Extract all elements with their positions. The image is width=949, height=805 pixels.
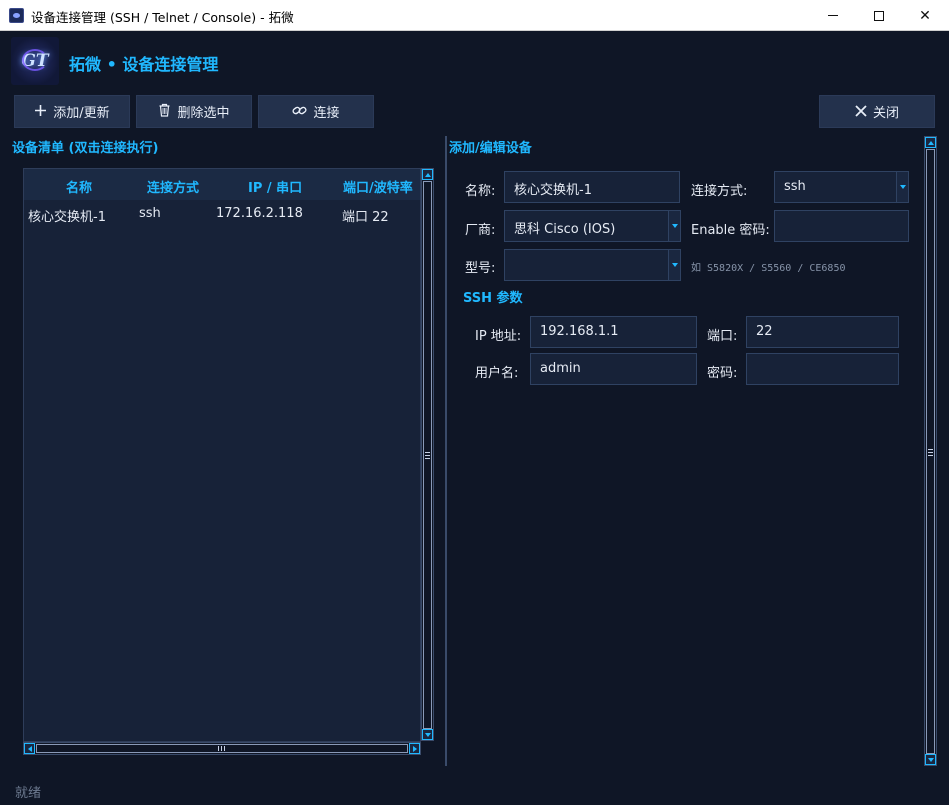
window-titlebar: 设备连接管理 (SSH / Telnet / Console) - 拓微 ✕ xyxy=(0,0,949,31)
maximize-button[interactable] xyxy=(856,0,902,31)
column-header-ip[interactable]: IP / 串口 xyxy=(248,177,302,196)
plus-icon xyxy=(34,103,47,121)
password-input[interactable] xyxy=(746,353,899,385)
enable-password-input[interactable] xyxy=(774,210,909,242)
table-hscroll-thumb[interactable] xyxy=(36,744,408,753)
device-list-title: 设备清单 (双击连接执行) xyxy=(12,141,159,156)
status-text: 就绪 xyxy=(15,786,42,801)
cell-name: 核心交换机-1 xyxy=(28,210,106,225)
vendor-label: 厂商: xyxy=(465,223,496,238)
password-label: 密码: xyxy=(707,366,738,381)
name-input[interactable]: 核心交换机-1 xyxy=(504,171,680,203)
app-title: 拓微 • 设备连接管理 xyxy=(69,55,219,74)
conn-type-label: 连接方式: xyxy=(691,184,748,199)
close-button[interactable]: 关闭 xyxy=(819,95,935,128)
scroll-up-arrow-icon[interactable] xyxy=(422,169,433,180)
close-label: 关闭 xyxy=(872,106,899,121)
column-header-conn-type[interactable]: 连接方式 xyxy=(147,177,199,196)
window-close-button[interactable]: ✕ xyxy=(902,0,948,31)
maximize-icon xyxy=(874,10,884,21)
connect-button[interactable]: 连接 xyxy=(258,95,374,128)
model-hint: 如 S5820X / S5560 / CE6850 xyxy=(691,263,846,274)
status-bar: 就绪 xyxy=(0,775,949,805)
name-label: 名称: xyxy=(465,184,496,199)
scroll-right-arrow-icon[interactable] xyxy=(409,743,420,754)
vendor-value: 思科 Cisco (IOS) xyxy=(514,222,616,237)
chevron-down-icon[interactable] xyxy=(668,211,680,241)
ssh-params-title: SSH 参数 xyxy=(463,291,523,306)
delete-selected-button[interactable]: 删除选中 xyxy=(136,95,252,128)
chevron-down-icon[interactable] xyxy=(668,250,680,280)
add-update-label: 添加/更新 xyxy=(53,106,110,121)
app-header: GT 拓微 • 设备连接管理 xyxy=(0,31,949,91)
table-row[interactable]: 核心交换机-1 ssh 172.16.2.118 端口 22 xyxy=(24,200,420,227)
delete-selected-label: 删除选中 xyxy=(177,106,230,121)
add-update-button[interactable]: 添加/更新 xyxy=(14,95,130,128)
column-header-port[interactable]: 端口/波特率 xyxy=(343,177,413,196)
minimize-button[interactable] xyxy=(810,0,856,31)
vendor-select[interactable]: 思科 Cisco (IOS) xyxy=(504,210,681,242)
window-title: 设备连接管理 (SSH / Telnet / Console) - 拓微 xyxy=(31,10,294,25)
close-icon: ✕ xyxy=(919,7,931,24)
table-horizontal-scrollbar[interactable] xyxy=(23,742,421,755)
table-vertical-scrollbar[interactable] xyxy=(421,168,434,741)
minimize-icon xyxy=(828,15,838,16)
app-icon xyxy=(9,8,24,23)
model-select[interactable] xyxy=(504,249,681,281)
table-vscroll-thumb[interactable] xyxy=(423,181,432,729)
conn-type-select[interactable]: ssh xyxy=(774,171,909,203)
table-header: 名称 连接方式 IP / 串口 端口/波特率 xyxy=(24,169,420,200)
link-icon xyxy=(292,103,308,121)
port-label: 端口: xyxy=(707,329,738,344)
chevron-down-icon[interactable] xyxy=(896,172,908,202)
port-input[interactable]: 22 xyxy=(746,316,899,348)
scroll-left-arrow-icon[interactable] xyxy=(24,743,35,754)
editor-vscroll-thumb[interactable] xyxy=(926,149,935,754)
cell-port: 端口 22 xyxy=(342,210,389,225)
cell-conn-type: ssh xyxy=(139,206,161,221)
scroll-up-arrow-icon[interactable] xyxy=(925,137,936,148)
pane-divider[interactable] xyxy=(445,136,447,766)
column-header-name[interactable]: 名称 xyxy=(66,177,92,196)
cell-ip: 172.16.2.118 xyxy=(216,206,303,221)
app-logo: GT xyxy=(11,37,59,85)
editor-vertical-scrollbar[interactable] xyxy=(924,136,937,766)
close-icon xyxy=(855,103,867,121)
editor-title: 添加/编辑设备 xyxy=(449,141,532,156)
enable-password-label: Enable 密码: xyxy=(691,223,770,238)
device-table[interactable]: 名称 连接方式 IP / 串口 端口/波特率 核心交换机-1 ssh 172.1… xyxy=(23,168,421,742)
trash-icon xyxy=(158,103,171,121)
model-label: 型号: xyxy=(465,261,496,276)
username-label: 用户名: xyxy=(475,366,519,381)
logo-ring-icon xyxy=(22,49,48,71)
ip-address-input[interactable]: 192.168.1.1 xyxy=(530,316,697,348)
scroll-down-arrow-icon[interactable] xyxy=(422,729,433,740)
connect-label: 连接 xyxy=(313,106,340,121)
scroll-down-arrow-icon[interactable] xyxy=(925,754,936,765)
username-input[interactable]: admin xyxy=(530,353,697,385)
ip-address-label: IP 地址: xyxy=(475,329,522,344)
conn-type-value: ssh xyxy=(784,179,806,194)
